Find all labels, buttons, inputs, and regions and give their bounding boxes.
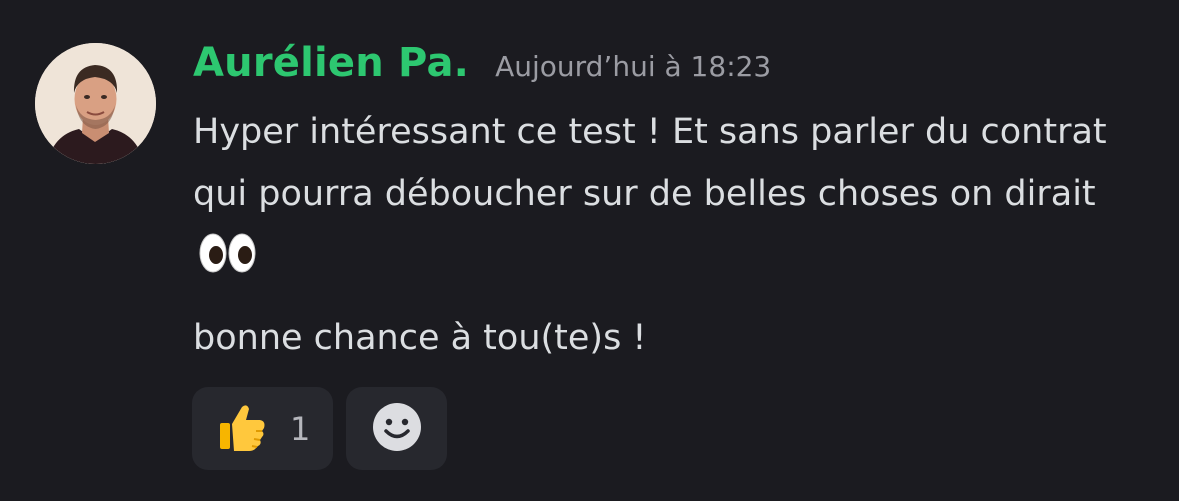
message-paragraph-text: Hyper intéressant ce test ! Et sans parl… [193, 112, 1107, 214]
smiley-icon [372, 402, 422, 456]
reactions-bar: 1 [192, 387, 447, 470]
chat-message: Aurélien Pa. Aujourd’hui à 18:23 Hyper i… [0, 0, 1179, 501]
message-content: Hyper intéressant ce test ! Et sans parl… [193, 101, 1153, 369]
eyes-emoji [199, 231, 257, 293]
avatar[interactable] [35, 43, 156, 164]
avatar-image [35, 43, 156, 164]
reaction-count: 1 [290, 409, 311, 448]
message-timestamp: Aujourd’hui à 18:23 [495, 50, 772, 83]
message-paragraph: Hyper intéressant ce test ! Et sans parl… [193, 101, 1153, 293]
thumbs-up-emoji [216, 401, 268, 457]
message-paragraph: bonne chance à tou(te)s ! [193, 318, 647, 358]
add-reaction-button[interactable] [346, 387, 447, 470]
reaction-thumbs-up[interactable]: 1 [192, 387, 333, 470]
message-header: Aurélien Pa. Aujourd’hui à 18:23 [193, 40, 771, 100]
author-name[interactable]: Aurélien Pa. [193, 40, 469, 86]
